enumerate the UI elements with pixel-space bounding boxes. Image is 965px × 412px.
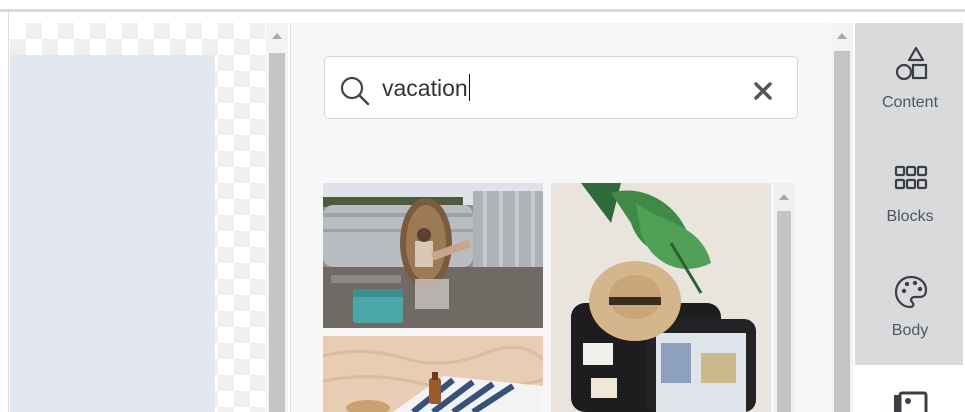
- rail-item-label: Blocks: [886, 208, 934, 225]
- close-icon[interactable]: [753, 81, 773, 101]
- scroll-up-arrow-icon[interactable]: [779, 194, 789, 200]
- canvas-content-block[interactable]: [10, 55, 215, 412]
- rail-item-content[interactable]: Content: [855, 23, 965, 137]
- shapes-icon: [895, 46, 928, 81]
- vacation-photo-rv-hanging-chair[interactable]: [323, 183, 543, 328]
- scrollbar-thumb[interactable]: [777, 211, 791, 412]
- results-scrollbar[interactable]: [774, 183, 794, 412]
- left-edge: [0, 12, 9, 412]
- image-search-panel: vacation: [290, 23, 830, 412]
- panel-scrollbar[interactable]: [831, 23, 853, 412]
- search-icon: [340, 76, 370, 106]
- scroll-up-arrow-icon[interactable]: [272, 33, 282, 39]
- vacation-photo-beach-towel[interactable]: [323, 336, 543, 412]
- text-caret: [468, 74, 470, 101]
- search-input[interactable]: vacation: [324, 56, 798, 119]
- tool-rail: Content Blocks Body: [855, 23, 965, 412]
- rail-item-blocks[interactable]: Blocks: [855, 137, 965, 251]
- scroll-up-arrow-icon[interactable]: [837, 33, 847, 39]
- editor-window: vacation Content Blocks Body: [0, 0, 965, 412]
- image-results-grid: [323, 183, 771, 412]
- palette-icon: [894, 275, 928, 309]
- rail-item-label: Content: [881, 94, 939, 111]
- scrollbar-thumb[interactable]: [834, 51, 850, 412]
- rail-item-images[interactable]: [855, 365, 965, 412]
- scrollbar-thumb[interactable]: [269, 53, 285, 412]
- grid-icon: [894, 165, 928, 190]
- top-divider: [0, 0, 965, 12]
- image-icon: [894, 391, 928, 412]
- search-query[interactable]: vacation: [382, 74, 470, 102]
- rail-item-body[interactable]: Body: [855, 251, 965, 365]
- vacation-photo-suitcase-hat[interactable]: [551, 183, 771, 412]
- rail-item-label: Body: [891, 322, 929, 339]
- canvas-scrollbar[interactable]: [266, 23, 288, 412]
